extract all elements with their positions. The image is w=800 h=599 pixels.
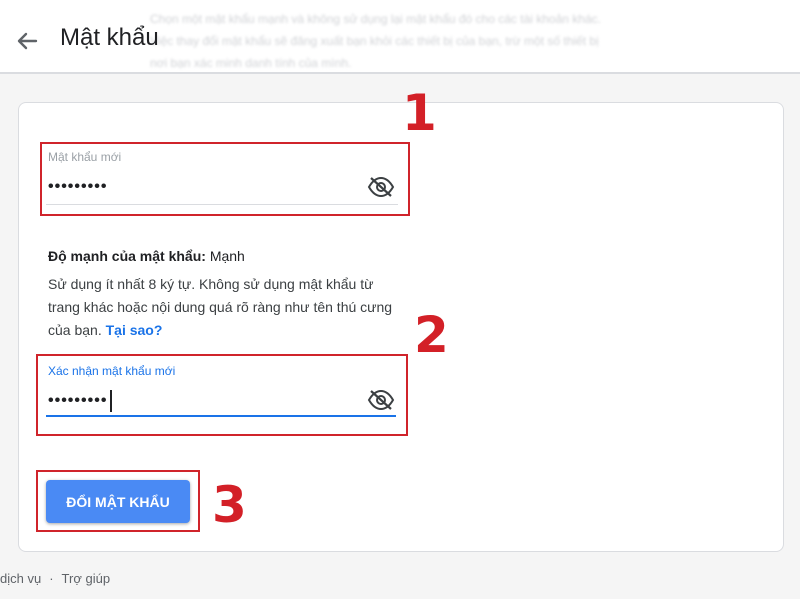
footer-help-link[interactable]: Trợ giúp bbox=[62, 571, 111, 586]
app-header: Chọn một mật khẩu mạnh và không sử dụng … bbox=[0, 0, 800, 74]
eye-off-icon[interactable] bbox=[367, 389, 395, 411]
header-background-text: Chọn một mật khẩu mạnh và không sử dụng … bbox=[150, 8, 770, 74]
page-title: Mật khẩu bbox=[60, 24, 159, 51]
new-password-underline bbox=[46, 204, 398, 205]
hint-text: Sử dụng ít nhất 8 ký tự. Không sử dụng m… bbox=[48, 276, 393, 338]
ghost-line: nơi bạn xác minh danh tính của mình. bbox=[150, 56, 352, 70]
password-strength: Độ mạnh của mật khẩu: Mạnh bbox=[48, 248, 245, 264]
footer-separator: · bbox=[49, 571, 54, 586]
annotation-number-3: 3 bbox=[212, 476, 247, 534]
footer: dịch vụ · Trợ giúp bbox=[0, 571, 110, 586]
annotation-number-1: 1 bbox=[402, 84, 437, 142]
confirm-password-input[interactable]: ••••••••• bbox=[48, 392, 107, 410]
new-password-label: Mật khẩu mới bbox=[48, 150, 122, 164]
confirm-password-underline bbox=[46, 415, 396, 417]
back-arrow-icon[interactable] bbox=[12, 26, 42, 56]
text-cursor bbox=[110, 390, 112, 412]
annotation-number-2: 2 bbox=[414, 306, 449, 364]
ghost-line: Chọn một mật khẩu mạnh và không sử dụng … bbox=[150, 12, 601, 26]
password-hint: Sử dụng ít nhất 8 ký tự. Không sử dụng m… bbox=[48, 273, 398, 342]
footer-services-link[interactable]: dịch vụ bbox=[0, 571, 41, 586]
new-password-input[interactable]: ••••••••• bbox=[48, 178, 107, 196]
change-password-button[interactable]: ĐỔI MẬT KHẨU bbox=[46, 480, 190, 523]
strength-label: Độ mạnh của mật khẩu: bbox=[48, 248, 206, 264]
eye-off-icon[interactable] bbox=[367, 176, 395, 198]
strength-value: Mạnh bbox=[209, 248, 245, 264]
confirm-password-label: Xác nhận mật khẩu mới bbox=[48, 364, 176, 378]
why-link[interactable]: Tại sao? bbox=[106, 322, 163, 338]
ghost-line: Việc thay đổi mật khẩu sẽ đăng xuất bạn … bbox=[150, 34, 599, 48]
